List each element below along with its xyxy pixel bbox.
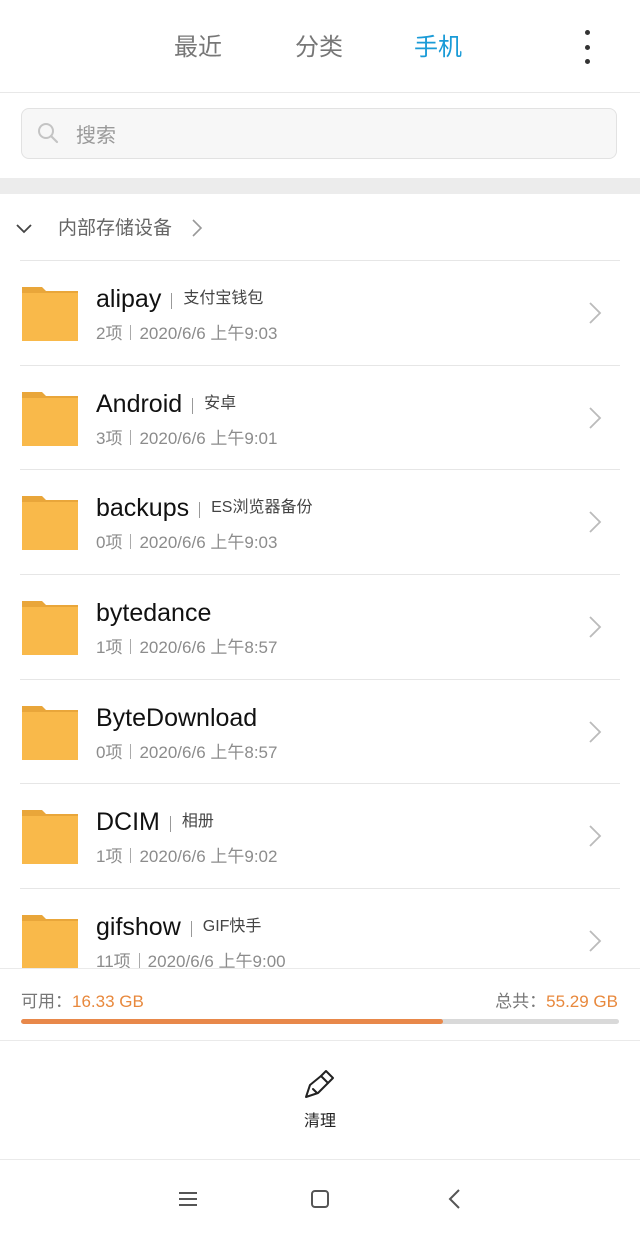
meta-divider [138,953,140,969]
back-icon[interactable] [440,1184,470,1214]
search-input[interactable] [74,109,598,160]
chevron-right-icon [589,721,602,743]
file-name: gifshow [96,913,181,942]
file-list: alipay 支付宝钱包 2项 2020/6/6 上午9:03 Android 安卓 … [0,260,640,993]
file-meta: 3项 2020/6/6 上午9:01 [96,426,277,452]
clean-panel: 清理 [0,1040,640,1159]
file-row-backups[interactable]: backups ES浏览器备份 0项 2020/6/6 上午9:03 [20,469,620,574]
chevron-down-icon[interactable] [14,218,34,238]
file-name: Android [96,389,183,418]
breadcrumb-label[interactable]: 内部存储设备 [58,212,172,244]
meta-divider [130,743,132,759]
storage-usage-bar [21,1019,619,1024]
chevron-right-icon [192,219,203,237]
meta-divider [130,429,132,445]
file-row-android[interactable]: Android 安卓 3项 2020/6/6 上午9:01 [20,364,620,470]
file-meta: 0项 2020/6/6 上午8:57 [96,740,277,766]
top-tab-bar: 最近 分类 手机 [0,0,640,93]
clean-label: 清理 [303,1111,336,1130]
modified-date: 2020/6/6 上午9:02 [139,847,278,867]
file-name-line: alipay 支付宝钱包 [96,281,263,317]
search-bar[interactable] [21,108,617,160]
file-name: ByteDownload [96,703,258,732]
home-icon[interactable] [305,1184,335,1214]
folder-icon [22,601,78,656]
chevron-right-icon [589,302,602,324]
tab-recent[interactable]: 最近 [174,28,222,66]
section-divider [0,178,640,194]
modified-date: 2020/6/6 上午8:57 [139,742,278,762]
file-alias: GIF快手 [191,918,262,935]
total-space: 总共：55.29 GB [495,992,618,1011]
file-alias: 相册 [170,813,214,830]
item-count: 2项 [96,324,123,343]
modified-date: 2020/6/6 上午9:01 [139,428,278,448]
folder-icon [22,915,78,970]
meta-divider [130,639,132,655]
clean-button[interactable]: 清理 [280,1067,360,1137]
item-count: 3项 [96,428,123,448]
breadcrumb[interactable]: 内部存储设备 [0,196,640,260]
chevron-right-icon [589,825,602,848]
file-meta: 2项 2020/6/6 上午9:03 [96,321,277,347]
tab-category[interactable]: 分类 [295,28,343,66]
file-alias: 支付宝钱包 [171,290,263,307]
file-name-line: ByteDownload [96,700,257,736]
chevron-right-icon [589,930,602,952]
modified-date: 2020/6/6 上午8:57 [139,638,278,658]
file-name-line: DCIM 相册 [96,804,214,840]
item-count: 1项 [96,638,123,658]
modified-date: 2020/6/6 上午9:03 [139,324,278,343]
file-alias: 安卓 [192,395,236,412]
chevron-right-icon [589,511,602,534]
chevron-right-icon [589,407,602,429]
meta-divider [130,534,132,550]
file-name-line: backups ES浏览器备份 [96,490,312,526]
file-row-bytedance[interactable]: bytedance 1项 2020/6/6 上午8:57 [20,574,620,679]
menu-icon[interactable] [173,1184,203,1214]
folder-icon [22,810,78,865]
file-name-line: Android 安卓 [96,386,236,422]
file-row-dcim[interactable]: DCIM 相册 1项 2020/6/6 上午9:02 [20,783,620,888]
file-name-line: bytedance [96,595,211,631]
file-meta: 1项 2020/6/6 上午9:02 [96,844,277,870]
item-count: 0项 [96,742,123,762]
broom-icon [305,1070,334,1098]
file-name-line: gifshow GIF快手 [96,909,261,945]
file-alias: ES浏览器备份 [199,499,312,516]
file-row-alipay[interactable]: alipay 支付宝钱包 2项 2020/6/6 上午9:03 [20,260,620,365]
storage-usage-fill [21,1019,443,1024]
file-name: DCIM [96,808,160,837]
tab-phone[interactable]: 手机 [414,28,462,66]
search-icon [38,123,59,144]
modified-date: 2020/6/6 上午9:03 [139,533,278,553]
item-count: 0项 [96,533,123,553]
meta-divider [130,848,132,864]
more-vertical-icon[interactable] [574,30,600,64]
file-row-bytedownload[interactable]: ByteDownload 0项 2020/6/6 上午8:57 [20,678,620,784]
chevron-right-icon [589,616,602,638]
folder-icon [22,705,78,760]
meta-divider [130,325,132,340]
file-meta: 1项 2020/6/6 上午8:57 [96,635,277,661]
folder-icon [22,391,78,446]
available-space: 可用：16.33 GB [21,992,144,1011]
folder-icon [22,496,78,551]
file-name: bytedance [96,599,212,628]
folder-icon [22,287,78,341]
item-count: 1项 [96,847,123,867]
file-name: backups [96,494,190,523]
storage-summary: 可用：16.33 GB 总共：55.29 GB [0,968,640,1041]
file-name: alipay [96,285,162,313]
file-meta: 0项 2020/6/6 上午9:03 [96,530,277,556]
system-nav-bar [0,1159,640,1237]
